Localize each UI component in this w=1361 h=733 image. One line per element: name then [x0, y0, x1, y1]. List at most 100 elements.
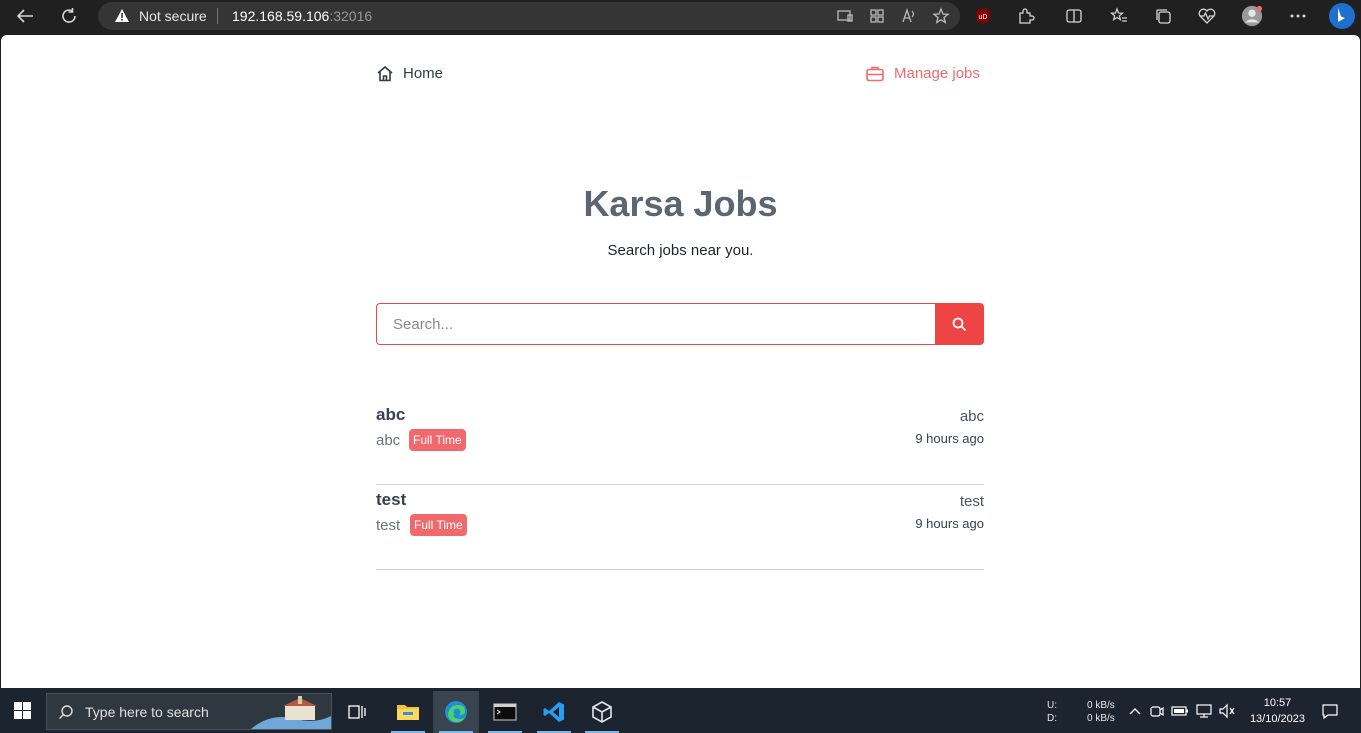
- battery-icon: [1171, 706, 1188, 716]
- bing-copilot-button[interactable]: [1328, 2, 1356, 30]
- page-subtitle: Search jobs near you.: [607, 242, 754, 259]
- search-bar: [376, 303, 984, 345]
- nav-manage-jobs-link[interactable]: Manage jobs: [865, 65, 980, 82]
- favorites-list-icon: [1110, 7, 1127, 22]
- warning-icon: [115, 9, 129, 22]
- address-bar[interactable]: Not secure 192.168.59.106:32016: [98, 2, 960, 30]
- split-screen-button[interactable]: [1063, 5, 1085, 27]
- start-button[interactable]: [0, 688, 45, 733]
- tray-battery[interactable]: [1169, 700, 1191, 722]
- cube-app-icon: [592, 701, 612, 723]
- clock-time: 10:57: [1263, 697, 1292, 709]
- search-highlight-image: [251, 696, 331, 729]
- back-button[interactable]: [11, 4, 39, 28]
- speaker-muted-icon: [1219, 703, 1235, 719]
- terminal-icon: [493, 703, 517, 721]
- job-posted-time: 9 hours ago: [915, 516, 984, 531]
- search-input[interactable]: [376, 303, 936, 345]
- collections-icon: [1156, 9, 1171, 24]
- refresh-button[interactable]: [55, 4, 83, 28]
- taskbar: Type here to search U: D: 0 kB/s 0 kB/s: [0, 688, 1361, 733]
- taskbar-vscode[interactable]: [531, 691, 577, 733]
- network-icon: [1196, 704, 1212, 718]
- url-text[interactable]: 192.168.59.106:32016: [232, 8, 372, 24]
- browser-toolbar: Not secure 192.168.59.106:32016 uD: [0, 0, 1361, 33]
- qr-code-icon[interactable]: [868, 7, 886, 25]
- net-upload-speed: 0 kB/s: [1087, 700, 1115, 711]
- job-company: abc: [376, 432, 401, 449]
- nav-home-label: Home: [403, 65, 444, 82]
- task-view-icon: [348, 705, 366, 719]
- ublock-extension-icon[interactable]: uD: [972, 5, 994, 27]
- job-title[interactable]: test: [376, 490, 406, 510]
- job-list: abc abc Full Time abc 9 hours ago test t…: [376, 400, 984, 570]
- security-label[interactable]: Not secure: [139, 8, 207, 24]
- vscode-icon: [543, 702, 564, 722]
- tray-meet-now[interactable]: [1146, 700, 1168, 722]
- net-download-speed: 0 kB/s: [1087, 713, 1115, 724]
- job-list-item[interactable]: abc abc Full Time abc 9 hours ago: [376, 400, 984, 485]
- collections-button[interactable]: [1152, 5, 1174, 27]
- settings-more-button[interactable]: [1287, 5, 1309, 27]
- back-arrow-icon: [16, 9, 33, 23]
- svg-text:uD: uD: [979, 14, 988, 21]
- job-type-badge: Full Time: [409, 429, 466, 451]
- tray-network[interactable]: [1193, 700, 1215, 722]
- taskbar-search-box[interactable]: Type here to search: [46, 693, 332, 730]
- read-aloud-icon[interactable]: [900, 7, 918, 25]
- taskbar-search-placeholder: Type here to search: [85, 704, 209, 720]
- windows-logo-icon: [14, 702, 31, 719]
- page-title: Karsa Jobs: [583, 183, 778, 224]
- search-button[interactable]: [935, 303, 984, 345]
- home-icon: [377, 66, 393, 82]
- folder-icon: [397, 705, 419, 720]
- camera-icon: [1150, 706, 1164, 717]
- url-host: 192.168.59.106: [232, 8, 330, 24]
- job-list-item[interactable]: test test Full Time test 9 hours ago: [376, 485, 984, 570]
- clock-date: 13/10/2023: [1249, 713, 1305, 725]
- page-viewport: Home Manage jobs Karsa Jobs Search jobs …: [1, 35, 1360, 688]
- taskbar-file-explorer[interactable]: [385, 691, 431, 733]
- nav-home-link[interactable]: Home: [376, 65, 443, 82]
- taskbar-virtualbox[interactable]: [579, 691, 625, 733]
- address-actions: [836, 7, 950, 25]
- job-title[interactable]: abc: [376, 405, 405, 425]
- taskbar-terminal[interactable]: [482, 691, 528, 733]
- refresh-icon: [62, 8, 76, 23]
- heart-pulse-icon: [1198, 8, 1216, 24]
- briefcase-icon: [866, 66, 884, 82]
- avatar-icon: [1241, 5, 1263, 27]
- browser-essentials-button[interactable]: [1196, 5, 1218, 27]
- job-type-badge: Full Time: [410, 514, 467, 536]
- job-company: test: [376, 517, 401, 534]
- address-separator: [217, 8, 218, 24]
- url-port: :32016: [329, 8, 373, 24]
- favorites-button[interactable]: [1108, 5, 1130, 27]
- job-location: test: [959, 493, 984, 510]
- chevron-up-icon: [1129, 708, 1141, 715]
- extensions-button[interactable]: [1015, 5, 1037, 27]
- task-view-button[interactable]: [334, 691, 380, 733]
- more-dots-icon: [1290, 14, 1306, 18]
- job-location: abc: [959, 408, 984, 425]
- tray-volume[interactable]: [1216, 700, 1238, 722]
- app-available-icon[interactable]: [836, 7, 854, 25]
- notification-icon: [1322, 704, 1338, 720]
- nav-manage-label: Manage jobs: [894, 65, 980, 82]
- net-upload-label: U:: [1047, 700, 1057, 711]
- notifications-button[interactable]: [1319, 700, 1341, 722]
- search-icon: [952, 317, 967, 331]
- job-posted-time: 9 hours ago: [915, 431, 984, 446]
- puzzle-icon: [1019, 8, 1035, 24]
- ublock-shield-icon: uD: [976, 8, 990, 24]
- taskbar-edge[interactable]: [433, 691, 479, 733]
- taskbar-clock[interactable]: 10:57 13/10/2023: [1250, 695, 1305, 727]
- bing-icon: [1329, 3, 1355, 29]
- tray-overflow-button[interactable]: [1124, 700, 1146, 722]
- net-download-label: D:: [1047, 713, 1057, 724]
- favorite-star-icon[interactable]: [932, 7, 950, 25]
- search-icon: [58, 705, 73, 720]
- profile-button[interactable]: [1241, 5, 1263, 27]
- split-screen-icon: [1066, 9, 1082, 23]
- edge-browser-icon: [445, 701, 467, 723]
